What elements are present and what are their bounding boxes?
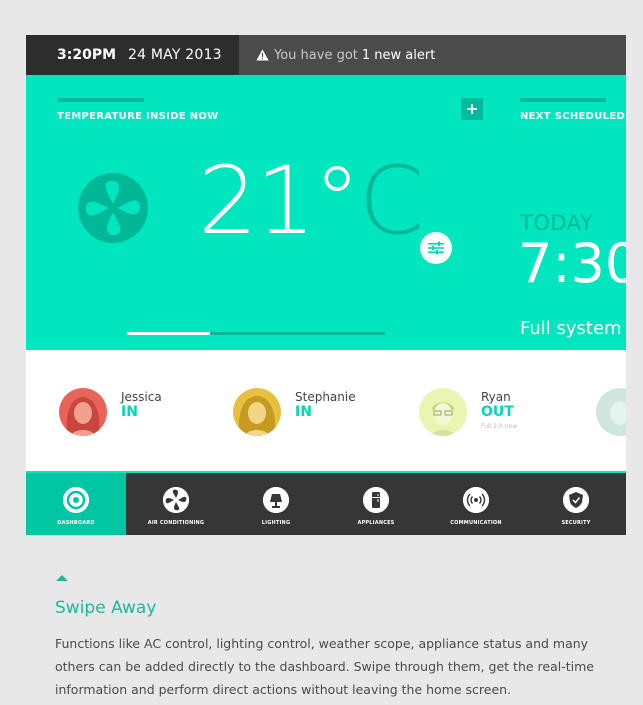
avatar bbox=[233, 388, 281, 436]
temperature-label: TEMPERATURE INSIDE NOW bbox=[57, 111, 219, 122]
bottom-nav: DASHBOARD AIR CONDITIONING LIGHTING APPL… bbox=[26, 473, 626, 535]
shield-icon bbox=[563, 487, 589, 513]
schedule-label: NEXT SCHEDULED EV bbox=[520, 111, 626, 122]
nav-appliances[interactable]: APPLIANCES bbox=[326, 473, 426, 535]
avatar bbox=[59, 388, 107, 436]
avatar bbox=[419, 388, 467, 436]
clock-time: 3:20PM bbox=[57, 47, 117, 63]
alert-count: 1 new alert bbox=[361, 47, 436, 63]
person-name: Jessica bbox=[121, 390, 162, 404]
lamp-icon bbox=[263, 487, 289, 513]
temperature-slider[interactable] bbox=[127, 332, 385, 335]
presence-status: OUT bbox=[481, 404, 514, 420]
schedule-divider bbox=[520, 98, 606, 102]
presence-status: IN bbox=[121, 404, 138, 420]
nav-communication[interactable]: COMMUNICATION bbox=[426, 473, 526, 535]
temperature-number: 21° bbox=[198, 147, 361, 256]
broadcast-icon bbox=[463, 487, 489, 513]
person-ryan[interactable]: Ryan OUT Full 2-h now bbox=[419, 388, 517, 436]
nav-security[interactable]: SECURITY bbox=[526, 473, 626, 535]
person-stephanie[interactable]: Stephanie IN bbox=[233, 388, 356, 436]
person-name: Ryan bbox=[481, 390, 511, 404]
person-name: Stephanie bbox=[295, 390, 356, 404]
sliders-icon bbox=[428, 241, 444, 255]
plus-icon bbox=[467, 104, 477, 114]
alert-text: You have got bbox=[274, 47, 358, 63]
nav-label: APPLIANCES bbox=[357, 520, 395, 526]
fridge-icon bbox=[363, 487, 389, 513]
person-jessica[interactable]: Jessica IN bbox=[59, 388, 162, 436]
add-widget-button[interactable] bbox=[461, 98, 483, 120]
panel-divider bbox=[58, 98, 144, 102]
alert-notice[interactable]: You have got 1 new alert bbox=[256, 35, 435, 75]
fan-icon bbox=[163, 487, 189, 513]
nav-dashboard[interactable]: DASHBOARD bbox=[26, 473, 126, 535]
nav-label: COMMUNICATION bbox=[450, 520, 502, 526]
temperature-slider-fill bbox=[127, 332, 210, 335]
nav-label: SECURITY bbox=[561, 520, 591, 526]
nav-label: LIGHTING bbox=[261, 520, 291, 526]
section-body: Functions like AC control, lighting cont… bbox=[55, 636, 594, 697]
nav-air-conditioning[interactable]: AIR CONDITIONING bbox=[126, 473, 226, 535]
avatar bbox=[596, 388, 626, 436]
nav-lighting[interactable]: LIGHTING bbox=[226, 473, 326, 535]
presence-status: IN bbox=[295, 404, 312, 420]
section-title: Swipe Away bbox=[55, 598, 157, 618]
presence-note: Full 2-h now bbox=[481, 423, 518, 430]
presence-row: Jessica IN Stephanie IN Ryan OUT Full 2-… bbox=[26, 350, 626, 473]
fan-icon bbox=[78, 173, 148, 243]
status-bar: 3:20PM 24 MAY 2013 You have got 1 new al… bbox=[26, 35, 626, 75]
clock-date: 24 MAY 2013 bbox=[128, 47, 222, 63]
person-partial[interactable] bbox=[596, 388, 626, 436]
nav-label: DASHBOARD bbox=[57, 520, 95, 526]
caret-up-icon bbox=[56, 575, 68, 581]
temperature-panel: TEMPERATURE INSIDE NOW 21°C NEXT SCHEDUL… bbox=[26, 75, 626, 350]
schedule-time: 7:30 bbox=[518, 232, 626, 295]
clock: 3:20PM 24 MAY 2013 bbox=[26, 35, 239, 75]
schedule-description: Full system c bbox=[520, 318, 626, 339]
warning-icon bbox=[256, 49, 269, 61]
temperature-unit: C bbox=[358, 147, 425, 256]
dashboard-icon bbox=[63, 487, 89, 513]
adjust-temperature-button[interactable] bbox=[420, 232, 452, 264]
temperature-value: 21°C bbox=[198, 155, 424, 249]
nav-label: AIR CONDITIONING bbox=[147, 520, 205, 526]
dashboard-screen: 3:20PM 24 MAY 2013 You have got 1 new al… bbox=[26, 35, 626, 535]
